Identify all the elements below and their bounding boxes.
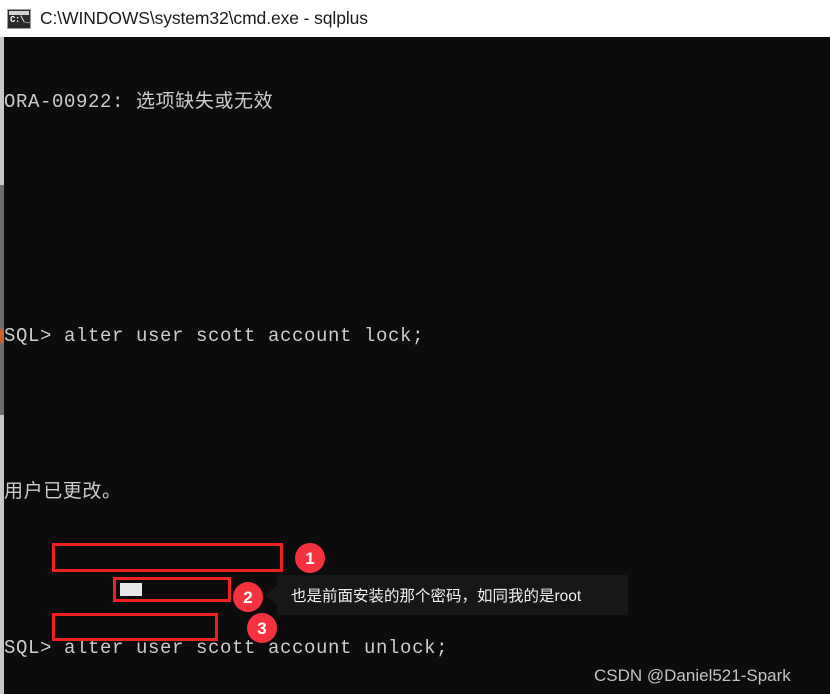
annotation-badge-2: 2 — [233, 582, 263, 612]
console-line: 用户已更改。 — [4, 481, 122, 503]
window-titlebar[interactable]: C:\_ C:\WINDOWS\system32\cmd.exe - sqlpl… — [0, 0, 830, 37]
console-surface[interactable]: ORA-00922: 选项缺失或无效 SQL> alter user scott… — [0, 37, 830, 694]
console-line: SQL> alter user scott account lock; — [4, 325, 425, 347]
csdn-watermark: CSDN @Daniel521-Spark — [594, 666, 791, 685]
annotation-box-sys-as-sysdba — [52, 613, 218, 641]
annotation-box-conn-sys-as-sysdba — [52, 543, 283, 572]
tooltip-text: 也是前面安装的那个密码，如同我的是root — [291, 588, 582, 605]
cmd-icon: C:\_ — [7, 8, 31, 29]
window-title: C:\WINDOWS\system32\cmd.exe - sqlplus — [40, 8, 368, 28]
cmd-icon-glyph: C:\_ — [10, 14, 30, 25]
screenshot-root: C:\_ C:\WINDOWS\system32\cmd.exe - sqlpl… — [0, 0, 830, 694]
tooltip-pointer-icon — [266, 585, 277, 605]
annotation-badge-1: 1 — [295, 543, 325, 573]
console-line: ORA-00922: 选项缺失或无效 — [4, 91, 274, 113]
annotation-badge-3: 3 — [247, 613, 277, 643]
annotation-tooltip: 也是前面安装的那个密码，如同我的是root — [266, 575, 628, 615]
password-cursor-block — [120, 583, 142, 596]
